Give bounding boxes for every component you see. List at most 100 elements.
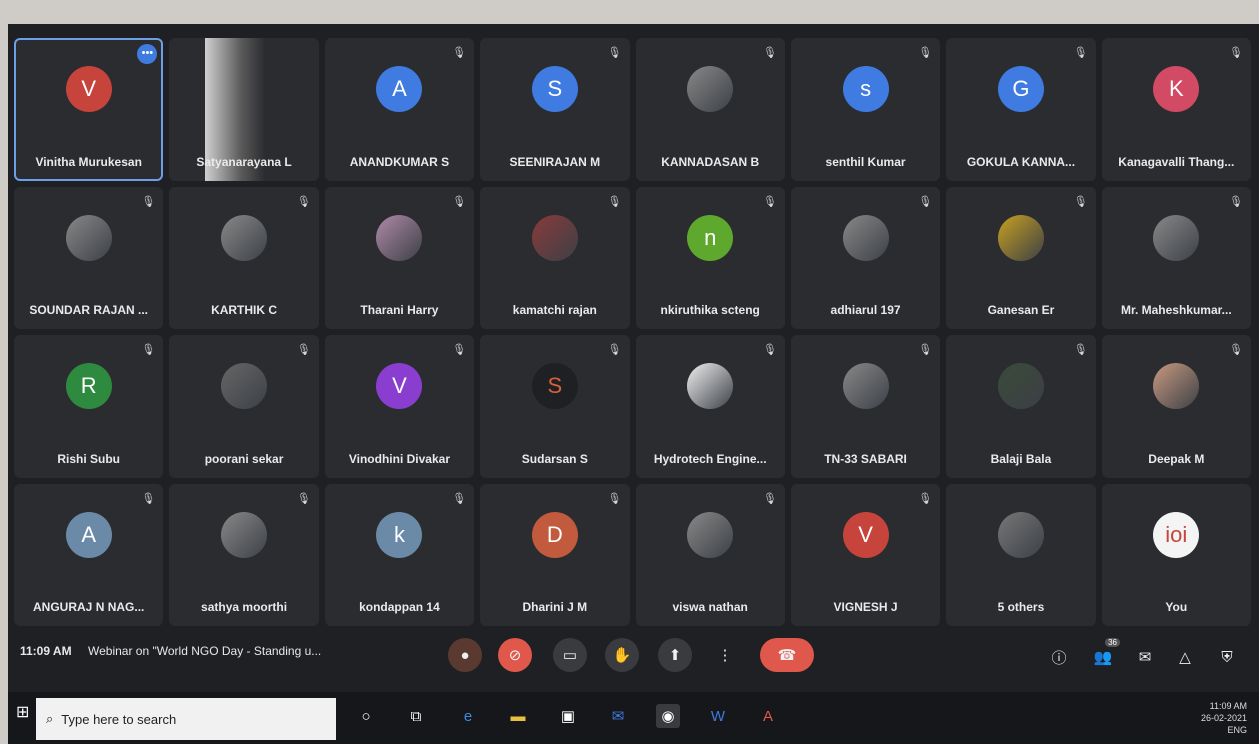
cortana-button[interactable]: ○	[354, 704, 378, 728]
participant-avatar: D	[531, 511, 578, 558]
participant-name: nkiruthika scteng	[660, 303, 760, 317]
mic-muted-icon: 🎙	[452, 492, 467, 505]
participant-tile[interactable]: 5 others	[946, 483, 1096, 626]
participant-tile[interactable]: D Dharini J M 🎙	[480, 483, 630, 626]
participant-name: SOUNDAR RAJAN ...	[29, 303, 149, 317]
participant-tile[interactable]: S Sudarsan S 🎙	[480, 335, 630, 478]
participant-tile[interactable]: Deepak M 🎙	[1101, 335, 1251, 478]
mic-muted-icon: 🎙	[141, 492, 156, 505]
mic-muted-icon: 🎙	[296, 195, 311, 208]
participant-avatar	[687, 511, 734, 558]
participant-name: VIGNESH J	[833, 600, 898, 614]
camera-off-icon: ⊘	[508, 647, 522, 664]
participant-tile[interactable]: A ANGURAJ N NAG... 🎙	[14, 483, 164, 626]
participant-avatar: K	[1153, 66, 1200, 113]
meeting-controls-bar: 11:09 AM Webinar on "World NGO Day - Sta…	[8, 632, 1259, 692]
meeting-info-button[interactable]: ⓘ	[1046, 644, 1072, 670]
participant-name: adhiarul 197	[830, 303, 901, 317]
mic-muted-icon: 🎙	[296, 344, 311, 356]
participant-avatar	[531, 214, 578, 261]
word-icon: W	[710, 707, 726, 725]
raise-hand-button[interactable]: ✋	[605, 638, 639, 672]
participant-tile[interactable]: Balaji Bala 🎙	[946, 335, 1096, 478]
participant-tile[interactable]: KANNADASAN B 🎙	[635, 38, 785, 181]
participant-tile[interactable]: R Rishi Subu 🎙	[14, 335, 164, 478]
task-view-icon: ⧉	[410, 707, 422, 725]
start-button[interactable]: ⊞	[16, 702, 36, 722]
participant-tile[interactable]: Ganesan Er 🎙	[946, 186, 1096, 329]
participant-name: KANNADASAN B	[661, 154, 760, 169]
pdf-reader-app[interactable]: A	[756, 704, 780, 728]
mic-toggle-button[interactable]: ●	[448, 638, 482, 672]
hand-icon: ✋	[612, 647, 632, 664]
file-explorer-app[interactable]: ▬	[506, 704, 530, 728]
participant-tile[interactable]: S SEENIRAJAN M 🎙	[480, 38, 630, 181]
mic-muted-icon: 🎙	[1229, 47, 1243, 59]
participant-tile[interactable]: Tharani Harry 🎙	[324, 186, 475, 329]
store-app[interactable]: ▣	[556, 704, 580, 728]
meet-window: V Vinitha Murukesan ••• Satyanarayana L A ANA…	[8, 24, 1259, 744]
mail-app[interactable]: ✉	[606, 704, 630, 728]
tray-language: ENG	[1227, 725, 1247, 735]
host-controls-button[interactable]: ⛨	[1214, 644, 1240, 670]
participant-tile[interactable]: G GOKULA KANNA... 🎙	[946, 38, 1096, 181]
participant-tile[interactable]: kamatchi rajan 🎙	[480, 186, 630, 329]
meeting-title: Webinar on "World NGO Day - Standing u..…	[88, 644, 322, 658]
end-call-button[interactable]: ☎	[760, 638, 814, 672]
people-button[interactable]: 👥 36	[1090, 638, 1120, 670]
captions-button[interactable]: ▭	[553, 638, 587, 672]
task-view-button[interactable]: ⧉	[404, 704, 428, 728]
participant-name: Rishi Subu	[57, 451, 121, 466]
mic-muted-icon: 🎙	[918, 344, 933, 356]
participant-tile[interactable]: viswa nathan 🎙	[635, 483, 785, 626]
participant-tile[interactable]: V Vinodhini Divakar 🎙	[324, 335, 475, 478]
participant-avatar: G	[997, 66, 1044, 113]
taskbar-search-box[interactable]: ⌕ Type here to search	[36, 698, 336, 740]
tile-more-options-button[interactable]: •••	[137, 44, 158, 64]
mic-muted-icon: 🎙	[607, 47, 622, 59]
participant-tile[interactable]: TN-33 SABARI 🎙	[790, 335, 941, 478]
participant-tile[interactable]: V VIGNESH J 🎙	[790, 483, 941, 626]
participant-tile[interactable]: s senthil Kumar 🎙	[790, 38, 941, 181]
participant-tile[interactable]: Mr. Maheshkumar... 🎙	[1101, 186, 1251, 329]
participant-name: Vinitha Murukesan	[35, 154, 142, 169]
participant-name: Ganesan Er	[987, 303, 1055, 317]
mic-muted-icon: 🎙	[918, 492, 933, 505]
mic-muted-icon: 🎙	[452, 47, 467, 59]
participant-tile[interactable]: ioi You	[1101, 483, 1251, 626]
camera-toggle-button[interactable]: ⊘	[498, 638, 532, 672]
mic-muted-icon: 🎙	[296, 492, 311, 505]
windows-logo-icon: ⊞	[16, 704, 30, 721]
participant-tile[interactable]: poorani sekar 🎙	[169, 335, 319, 478]
present-button[interactable]: ⬆	[658, 638, 692, 672]
participant-tile[interactable]: V Vinitha Murukesan •••	[14, 38, 164, 181]
participant-tile[interactable]: adhiarul 197 🎙	[790, 186, 941, 329]
more-options-button[interactable]: ⋮	[708, 638, 742, 672]
chrome-app[interactable]: ◉	[656, 704, 680, 728]
participant-tile[interactable]: sathya moorthi 🎙	[169, 483, 319, 626]
word-app[interactable]: W	[706, 704, 730, 728]
tray-time: 11:09 AM	[1209, 701, 1247, 711]
mic-muted-icon: 🎙	[607, 195, 622, 208]
participant-tile[interactable]: Satyanarayana L	[169, 38, 319, 181]
edge-app[interactable]: e	[456, 704, 480, 728]
participant-tile[interactable]: K Kanagavalli Thang... 🎙	[1101, 38, 1251, 181]
participant-tile[interactable]: n nkiruthika scteng 🎙	[635, 186, 785, 329]
participant-name: SEENIRAJAN M	[509, 154, 601, 169]
pdf-icon: A	[762, 707, 773, 725]
participant-name: Sudarsan S	[521, 451, 588, 466]
people-count-badge: 36	[1105, 638, 1120, 647]
participant-tile[interactable]: k kondappan 14 🎙	[324, 483, 475, 626]
participant-name: TN-33 SABARI	[824, 451, 907, 466]
participant-name: 5 others	[997, 600, 1045, 614]
participant-tile[interactable]: KARTHIK C 🎙	[169, 186, 319, 329]
mic-muted-icon: 🎙	[1073, 195, 1088, 208]
participant-name: Kanagavalli Thang...	[1118, 154, 1235, 169]
chat-button[interactable]: ✉	[1132, 644, 1158, 670]
participant-tile[interactable]: A ANANDKUMAR S 🎙	[324, 38, 475, 181]
participant-tile[interactable]: Hydrotech Engine... 🎙	[635, 335, 785, 478]
participant-tile[interactable]: SOUNDAR RAJAN ... 🎙	[14, 186, 164, 329]
mic-muted-icon: 🎙	[607, 492, 622, 505]
activities-button[interactable]: △	[1172, 644, 1198, 670]
tray-date: 26-02-2021	[1200, 713, 1247, 723]
